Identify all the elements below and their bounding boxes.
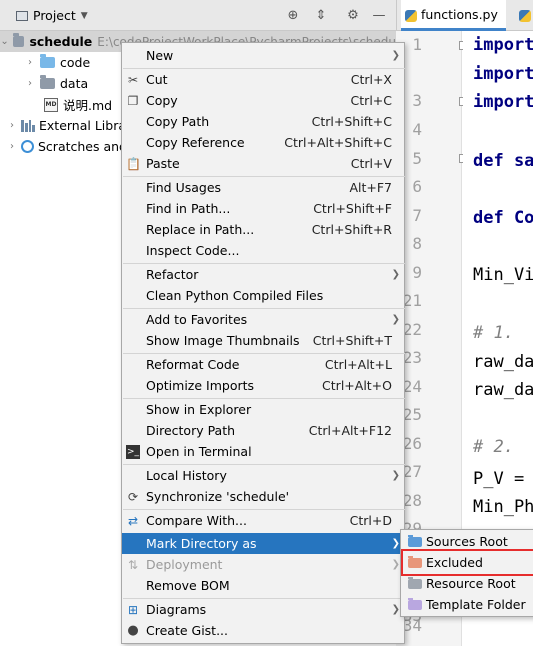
tab-label: functions.py xyxy=(421,6,498,22)
project-icon xyxy=(16,10,28,21)
menu-item-local-history[interactable]: Local History ❯ xyxy=(122,465,404,486)
tree-item-label: Scratches and xyxy=(38,139,127,154)
gear-icon[interactable]: ⚙ xyxy=(343,6,363,26)
sync-icon: ⟳ xyxy=(127,489,139,504)
python-file-icon xyxy=(405,10,417,22)
menu-item-cut[interactable]: ✂ Cut Ctrl+X xyxy=(122,69,404,90)
project-panel-header: Project ▼ ⊕ ⇕ ⚙ — xyxy=(0,0,396,31)
annotation-highlight-box xyxy=(401,549,533,576)
menu-item-new[interactable]: New ❯ xyxy=(122,45,404,66)
code-line: P_V = xyxy=(473,469,533,489)
menu-item-copy-reference[interactable]: Copy Reference Ctrl+Alt+Shift+C xyxy=(122,132,404,153)
collapse-icon[interactable]: ⇕ xyxy=(311,6,331,26)
code-line: Min_Ph xyxy=(473,497,533,517)
tree-item-label: code xyxy=(60,55,91,70)
menu-item-paste[interactable]: 📋 Paste Ctrl+V xyxy=(122,153,404,174)
context-menu: New ❯ ✂ Cut Ctrl+X ❐ Copy Ctrl+C Copy Path Ctr… xyxy=(121,42,405,644)
code-line: # 2. xyxy=(473,437,525,457)
diagram-icon: ⊞ xyxy=(127,602,139,617)
menu-item-image-thumbnails[interactable]: Show Image Thumbnails Ctrl+Shift+T xyxy=(122,330,404,351)
chevron-right-icon[interactable]: › xyxy=(6,141,18,152)
chevron-right-icon: ❯ xyxy=(391,314,400,325)
markdown-file-icon: MD xyxy=(44,97,58,112)
folder-icon xyxy=(40,75,55,89)
copy-icon: ❐ xyxy=(127,93,139,108)
menu-item-deployment[interactable]: ⇅ Deployment ❯ xyxy=(122,554,404,575)
chevron-down-icon: ▼ xyxy=(80,10,88,21)
menu-item-create-gist[interactable]: ● Create Gist... xyxy=(122,620,404,641)
menu-item-find-in-path[interactable]: Find in Path... Ctrl+Shift+F xyxy=(122,198,404,219)
folder-icon xyxy=(13,33,25,47)
deployment-icon: ⇅ xyxy=(127,557,139,572)
menu-item-copy[interactable]: ❐ Copy Ctrl+C xyxy=(122,90,404,111)
code-line: import xyxy=(473,35,533,55)
chevron-right-icon: ❯ xyxy=(391,50,400,61)
folder-icon xyxy=(408,534,422,547)
scratches-icon xyxy=(21,140,34,153)
menu-item-directory-path[interactable]: Directory Path Ctrl+Alt+F12 xyxy=(122,420,404,441)
code-line: # 1. xyxy=(473,323,525,343)
folder-icon xyxy=(40,54,55,68)
tab-functions-py[interactable]: functions.py xyxy=(401,0,506,31)
menu-item-copy-path[interactable]: Copy Path Ctrl+Shift+C xyxy=(122,111,404,132)
menu-item-diagrams[interactable]: ⊞ Diagrams ❯ xyxy=(122,599,404,620)
tree-item-label: 说明.md xyxy=(63,98,113,113)
menu-item-mark-directory-as[interactable]: Mark Directory as ❯ xyxy=(122,533,404,554)
code-line: def sa xyxy=(473,151,533,171)
menu-item-open-in-terminal[interactable]: >_ Open in Terminal xyxy=(122,441,404,462)
project-title: Project xyxy=(33,8,76,23)
github-icon: ● xyxy=(127,622,139,638)
python-file-icon[interactable] xyxy=(519,10,531,22)
menu-item-clean-compiled[interactable]: Clean Python Compiled Files xyxy=(122,285,404,306)
menu-item-optimize-imports[interactable]: Optimize Imports Ctrl+Alt+O xyxy=(122,375,404,396)
chevron-right-icon: ❯ xyxy=(391,269,400,280)
menu-item-add-to-favorites[interactable]: Add to Favorites ❯ xyxy=(122,309,404,330)
chevron-right-icon: ❯ xyxy=(391,559,400,570)
menu-item-refactor[interactable]: Refactor ❯ xyxy=(122,264,404,285)
menu-item-remove-bom[interactable]: Remove BOM xyxy=(122,575,404,596)
submenu-item-resource-root[interactable]: Resource Root xyxy=(401,573,533,594)
code-line: def Co xyxy=(473,208,533,228)
chevron-right-icon: ❯ xyxy=(391,538,400,549)
tree-item-label: schedule xyxy=(29,34,93,49)
menu-item-replace-in-path[interactable]: Replace in Path... Ctrl+Shift+R xyxy=(122,219,404,240)
menu-item-inspect-code[interactable]: Inspect Code... xyxy=(122,240,404,261)
code-line: import xyxy=(473,64,533,84)
chevron-right-icon[interactable]: › xyxy=(24,78,36,89)
submenu-item-template-folder[interactable]: Template Folder xyxy=(401,594,533,615)
scissors-icon: ✂ xyxy=(127,72,139,87)
folder-icon xyxy=(408,576,422,589)
crosshair-icon[interactable]: ⊕ xyxy=(283,6,303,26)
chevron-down-icon[interactable]: ⌄ xyxy=(0,36,9,47)
menu-item-synchronize[interactable]: ⟳ Synchronize 'schedule' xyxy=(122,486,404,507)
chevron-right-icon: ❯ xyxy=(391,470,400,481)
tree-item-label: data xyxy=(60,76,89,91)
menu-item-reformat-code[interactable]: Reformat Code Ctrl+Alt+L xyxy=(122,354,404,375)
project-view-selector[interactable]: Project ▼ xyxy=(16,8,88,23)
code-line: raw_da xyxy=(473,380,533,400)
folder-icon xyxy=(408,597,422,610)
editor-tab-bar: functions.py xyxy=(396,0,533,31)
paste-icon: 📋 xyxy=(126,156,141,171)
compare-icon: ⇄ xyxy=(127,513,139,528)
library-icon xyxy=(21,119,35,132)
chevron-right-icon[interactable]: › xyxy=(6,120,18,131)
menu-item-show-in-explorer[interactable]: Show in Explorer xyxy=(122,399,404,420)
code-line: import xyxy=(473,92,533,112)
menu-item-compare-with[interactable]: ⇄ Compare With... Ctrl+D xyxy=(122,510,404,531)
code-line: Min_Vi xyxy=(473,265,533,285)
tree-item-label: External Libra xyxy=(39,118,127,133)
menu-item-find-usages[interactable]: Find Usages Alt+F7 xyxy=(122,177,404,198)
chevron-right-icon: ❯ xyxy=(391,604,400,615)
minimize-icon[interactable]: — xyxy=(369,6,389,26)
chevron-right-icon[interactable]: › xyxy=(24,57,36,68)
terminal-icon: >_ xyxy=(126,444,140,459)
code-line: raw_da xyxy=(473,352,533,372)
